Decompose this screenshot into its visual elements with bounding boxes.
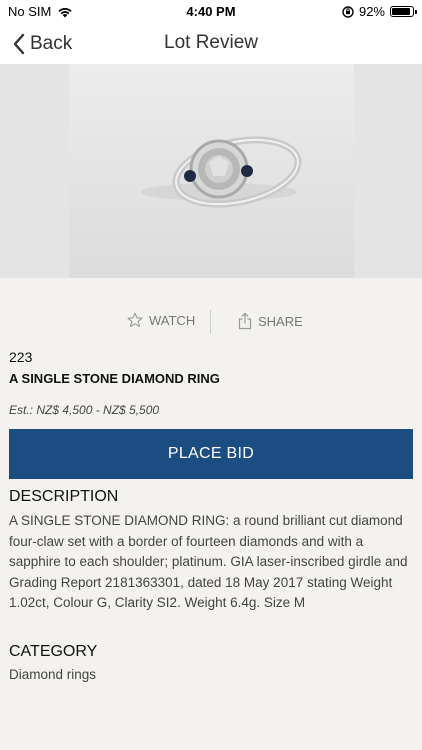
ring-illustration [141, 136, 302, 208]
share-icon [238, 312, 252, 330]
place-bid-button[interactable]: PLACE BID [9, 429, 413, 479]
star-icon [127, 312, 143, 327]
lot-title: A SINGLE STONE DIAMOND RING [9, 371, 220, 386]
watch-button[interactable]: WATCH [127, 312, 195, 328]
status-right: 92% [342, 4, 417, 19]
lot-number: 223 [9, 349, 33, 365]
actions-divider [210, 310, 211, 334]
orientation-lock-icon [342, 5, 354, 18]
lot-estimate: Est.: NZ$ 4,500 - NZ$ 5,500 [9, 403, 160, 417]
battery-icon [390, 6, 417, 17]
share-label: SHARE [258, 313, 303, 329]
lot-actions: WATCH SHARE [0, 310, 422, 334]
category-heading: CATEGORY [9, 643, 98, 660]
watch-label: WATCH [149, 312, 196, 328]
page-title: Lot Review [164, 32, 258, 53]
share-button[interactable]: SHARE [238, 312, 303, 330]
lot-image-area [0, 64, 422, 278]
lot-image[interactable] [69, 64, 354, 278]
nav-bar: Back Lot Review [0, 24, 422, 64]
description-text: A SINGLE STONE DIAMOND RING: a round bri… [9, 513, 408, 610]
battery-fill [392, 8, 411, 15]
category-value: Diamond rings [9, 667, 97, 682]
battery-percent: 92% [358, 4, 385, 19]
description-heading: DESCRIPTION [9, 488, 119, 505]
status-bar: No SIM 4:40 PM 92% [0, 0, 422, 24]
